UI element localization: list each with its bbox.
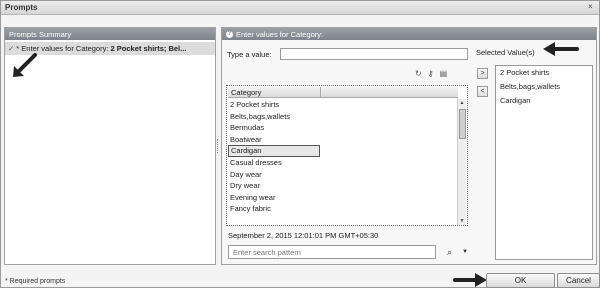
prompt-summary-value: 2 Pocket shirts; Bel... (110, 44, 187, 53)
annotation-arrow-selected (543, 42, 579, 56)
category-column-header[interactable]: Category (228, 87, 458, 98)
annotation-arrow-summary (13, 53, 37, 77)
search-field[interactable] (228, 245, 436, 259)
database-icon[interactable]: ▤ (440, 69, 448, 78)
prompt-icon: ? (226, 30, 233, 38)
scroll-thumb[interactable] (459, 109, 466, 139)
refresh-icon[interactable]: ↻ (415, 69, 422, 78)
type-value-input[interactable] (280, 48, 468, 60)
list-item[interactable]: Dry wear (228, 180, 456, 192)
list-scrollbar[interactable]: ▲ ▼ (457, 99, 466, 225)
list-item[interactable]: Fancy fabric (228, 203, 456, 215)
required-prompts-note: * Required prompts (5, 278, 66, 285)
prompts-summary-header: Prompts Summary (5, 28, 215, 40)
scroll-up-icon[interactable]: ▲ (458, 99, 466, 107)
remove-value-button[interactable]: < (477, 86, 488, 97)
selected-value-item[interactable]: Cardigan (496, 94, 592, 108)
scroll-down-icon[interactable]: ▼ (458, 217, 466, 225)
list-toolbar: ↻ ⚷ ▤ (415, 69, 447, 78)
binoculars-icon[interactable]: ⌕ (447, 247, 452, 258)
list-item[interactable]: Boatwear (228, 134, 456, 146)
selected-values-label: Selected Value(s) (476, 48, 535, 57)
add-value-button[interactable]: > (477, 68, 488, 79)
list-item[interactable]: 2 Pocket shirts (228, 99, 456, 111)
chevron-down-icon[interactable]: ▼ (462, 249, 468, 255)
search-input[interactable] (229, 246, 435, 258)
list-item[interactable]: Day wear (228, 169, 456, 181)
category-list-items: 2 Pocket shirts Belts,bags,wallets Bermuda… (228, 99, 456, 215)
prompt-values-panel: ? Enter values for Category: Type a valu… (221, 27, 597, 265)
panel-splitter[interactable] (217, 139, 219, 153)
refresh-timestamp: September 2, 2015 12:01:01 PM GMT+05:30 (228, 231, 379, 240)
prompt-values-header: ? Enter values for Category: (222, 28, 596, 40)
cancel-button[interactable]: Cancel (557, 273, 600, 288)
category-list[interactable]: Category 2 Pocket shirts Belts,bags,walle… (226, 85, 468, 226)
list-item[interactable]: Belts,bags,wallets (228, 111, 456, 123)
list-item[interactable]: Bermudas (228, 122, 456, 134)
list-item[interactable]: Cardigan (228, 145, 320, 157)
category-column-label: Category (231, 88, 262, 97)
list-item[interactable]: Evening wear (228, 192, 456, 204)
selected-value-item[interactable]: 2 Pocket shirts (496, 66, 592, 80)
column-separator (320, 87, 321, 98)
selected-values-list[interactable]: 2 Pocket shirts Belts,bags,wallets Cardiga… (495, 65, 593, 260)
annotation-arrow-ok (453, 273, 487, 287)
prompts-dialog: Prompts × Prompts Summary ✓ * Enter value… (0, 0, 600, 288)
list-item[interactable]: Casual dresses (228, 157, 456, 169)
selected-value-item[interactable]: Belts,bags,wallets (496, 80, 592, 94)
key-icon[interactable]: ⚷ (428, 69, 434, 78)
ok-button[interactable]: OK (486, 273, 555, 288)
type-value-label: Type a value: (227, 50, 272, 59)
title-bar: Prompts × (1, 1, 599, 15)
close-icon[interactable]: × (588, 3, 596, 11)
prompt-values-title: Enter values for Category: (236, 29, 324, 39)
dialog-title: Prompts (5, 3, 38, 12)
